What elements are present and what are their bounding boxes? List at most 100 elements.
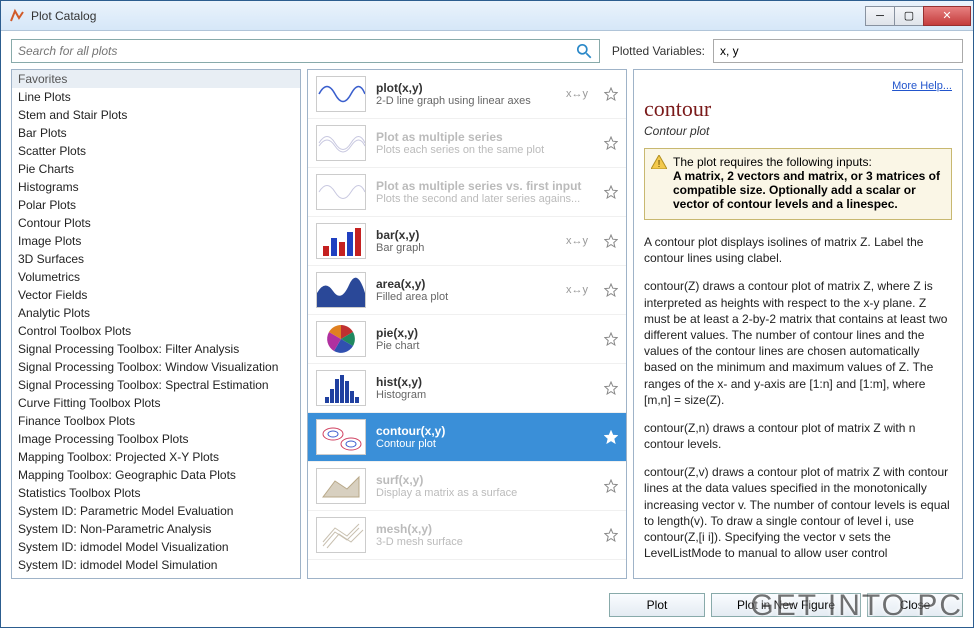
plot-item[interactable]: plot(x,y)2-D line graph using linear axe… [308,70,626,119]
plot-thumbnail [316,125,366,161]
plot-thumbnail [316,272,366,308]
swap-xy-icon[interactable]: x↔y [566,235,588,247]
category-item[interactable]: Pie Charts [12,160,300,178]
category-item[interactable]: System ID: Parametric Model Evaluation [12,502,300,520]
search-input[interactable] [12,44,575,58]
category-item[interactable]: Bar Plots [12,124,300,142]
plot-title: Plot as multiple series [376,130,594,144]
category-item[interactable]: Curve Fitting Toolbox Plots [12,394,300,412]
plot-desc: Filled area plot [376,291,556,303]
swap-xy-icon[interactable]: x↔y [566,88,588,100]
search-icon[interactable] [575,42,593,60]
plot-text: plot(x,y)2-D line graph using linear axe… [376,81,556,107]
plot-button[interactable]: Plot [609,593,705,617]
help-p4: contour(Z,v) draws a contour plot of mat… [644,464,952,561]
plot-text: Plot as multiple seriesPlots each series… [376,130,594,156]
plot-text: hist(x,y)Histogram [376,375,594,401]
plot-item[interactable]: surf(x,y)Display a matrix as a surface [308,462,626,511]
category-item[interactable]: System ID: idmodel Model Simulation [12,556,300,574]
category-list[interactable]: FavoritesLine PlotsStem and Stair PlotsB… [11,69,301,579]
warn-body: A matrix, 2 vectors and matrix, or 3 mat… [673,169,940,211]
category-item[interactable]: System ID: Non-Parametric Analysis [12,520,300,538]
category-item[interactable]: Polar Plots [12,196,300,214]
favorite-star-icon[interactable] [604,479,618,493]
plot-title: bar(x,y) [376,228,556,242]
plot-item[interactable]: contour(x,y)Contour plot [308,413,626,462]
plot-list[interactable]: plot(x,y)2-D line graph using linear axe… [307,69,627,579]
more-help-link[interactable]: More Help... [892,80,952,92]
plot-new-figure-button[interactable]: Plot in New Figure [711,593,861,617]
category-item[interactable]: Mapping Toolbox: Geographic Data Plots [12,466,300,484]
favorite-star-icon[interactable] [604,136,618,150]
favorite-star-icon[interactable] [604,430,618,444]
plot-title: area(x,y) [376,277,556,291]
category-item[interactable]: Image Processing Toolbox Plots [12,430,300,448]
plotted-vars-label: Plotted Variables: [608,44,705,58]
help-p3: contour(Z,n) draws a contour plot of mat… [644,420,952,452]
plot-item[interactable]: mesh(x,y)3-D mesh surface [308,511,626,560]
plot-text: bar(x,y)Bar graph [376,228,556,254]
plot-thumbnail [316,223,366,259]
favorite-star-icon[interactable] [604,381,618,395]
category-item[interactable]: Contour Plots [12,214,300,232]
category-item[interactable]: Signal Processing Toolbox: Filter Analys… [12,340,300,358]
category-item[interactable]: Stem and Stair Plots [12,106,300,124]
close-button[interactable]: Close [867,593,963,617]
plot-desc: Plots the second and later series agains… [376,193,594,205]
swap-xy-icon[interactable]: x↔y [566,284,588,296]
category-item[interactable]: Mapping Toolbox: Projected X-Y Plots [12,448,300,466]
maximize-button[interactable]: ▢ [894,6,924,26]
plotted-vars-input[interactable] [713,39,963,63]
category-item[interactable]: Control Toolbox Plots [12,322,300,340]
category-item[interactable]: Histograms [12,178,300,196]
plot-item[interactable]: hist(x,y)Histogram [308,364,626,413]
plot-desc: 3-D mesh surface [376,536,594,548]
category-item[interactable]: Volumetrics [12,268,300,286]
minimize-button[interactable]: ─ [865,6,895,26]
window-title: Plot Catalog [31,9,866,23]
plot-thumbnail [316,517,366,553]
app-icon [9,8,25,24]
category-item[interactable]: Scatter Plots [12,142,300,160]
plot-thumbnail [316,174,366,210]
category-item[interactable]: System ID: idmodel Model Visualization [12,538,300,556]
plot-title: surf(x,y) [376,473,594,487]
close-window-button[interactable]: ✕ [923,6,971,26]
category-item[interactable]: 3D Surfaces [12,250,300,268]
favorite-star-icon[interactable] [604,528,618,542]
favorite-star-icon[interactable] [604,283,618,297]
plot-title: mesh(x,y) [376,522,594,536]
plot-title: contour(x,y) [376,424,594,438]
category-item[interactable]: Finance Toolbox Plots [12,412,300,430]
plot-text: surf(x,y)Display a matrix as a surface [376,473,594,499]
category-item[interactable]: Image Plots [12,232,300,250]
plot-thumbnail [316,76,366,112]
category-item[interactable]: Favorites [12,70,300,88]
category-item[interactable]: Line Plots [12,88,300,106]
plot-desc: Bar graph [376,242,556,254]
plot-item[interactable]: bar(x,y)Bar graph x↔y [308,217,626,266]
plot-desc: Pie chart [376,340,594,352]
help-p2: contour(Z) draws a contour plot of matri… [644,278,952,408]
plot-item[interactable]: Plot as multiple series vs. first inputP… [308,168,626,217]
favorite-star-icon[interactable] [604,87,618,101]
category-item[interactable]: Analytic Plots [12,304,300,322]
category-item[interactable]: Signal Processing Toolbox: Spectral Esti… [12,376,300,394]
plot-item[interactable]: area(x,y)Filled area plot x↔y [308,266,626,315]
category-item[interactable]: Vector Fields [12,286,300,304]
warn-lead: The plot requires the following inputs: [673,155,872,169]
main-grid: FavoritesLine PlotsStem and Stair PlotsB… [1,69,973,585]
plot-text: pie(x,y)Pie chart [376,326,594,352]
favorite-star-icon[interactable] [604,332,618,346]
category-item[interactable]: Signal Processing Toolbox: Window Visual… [12,358,300,376]
plot-text: Plot as multiple series vs. first inputP… [376,179,594,205]
plot-item[interactable]: Plot as multiple seriesPlots each series… [308,119,626,168]
favorite-star-icon[interactable] [604,234,618,248]
favorite-star-icon[interactable] [604,185,618,199]
svg-text:!: ! [658,159,661,169]
plot-item[interactable]: pie(x,y)Pie chart [308,315,626,364]
plot-catalog-window: Plot Catalog ─ ▢ ✕ Plotted Variables: Fa… [0,0,974,628]
category-item[interactable]: Statistics Toolbox Plots [12,484,300,502]
plot-desc: Display a matrix as a surface [376,487,594,499]
plot-text: mesh(x,y)3-D mesh surface [376,522,594,548]
